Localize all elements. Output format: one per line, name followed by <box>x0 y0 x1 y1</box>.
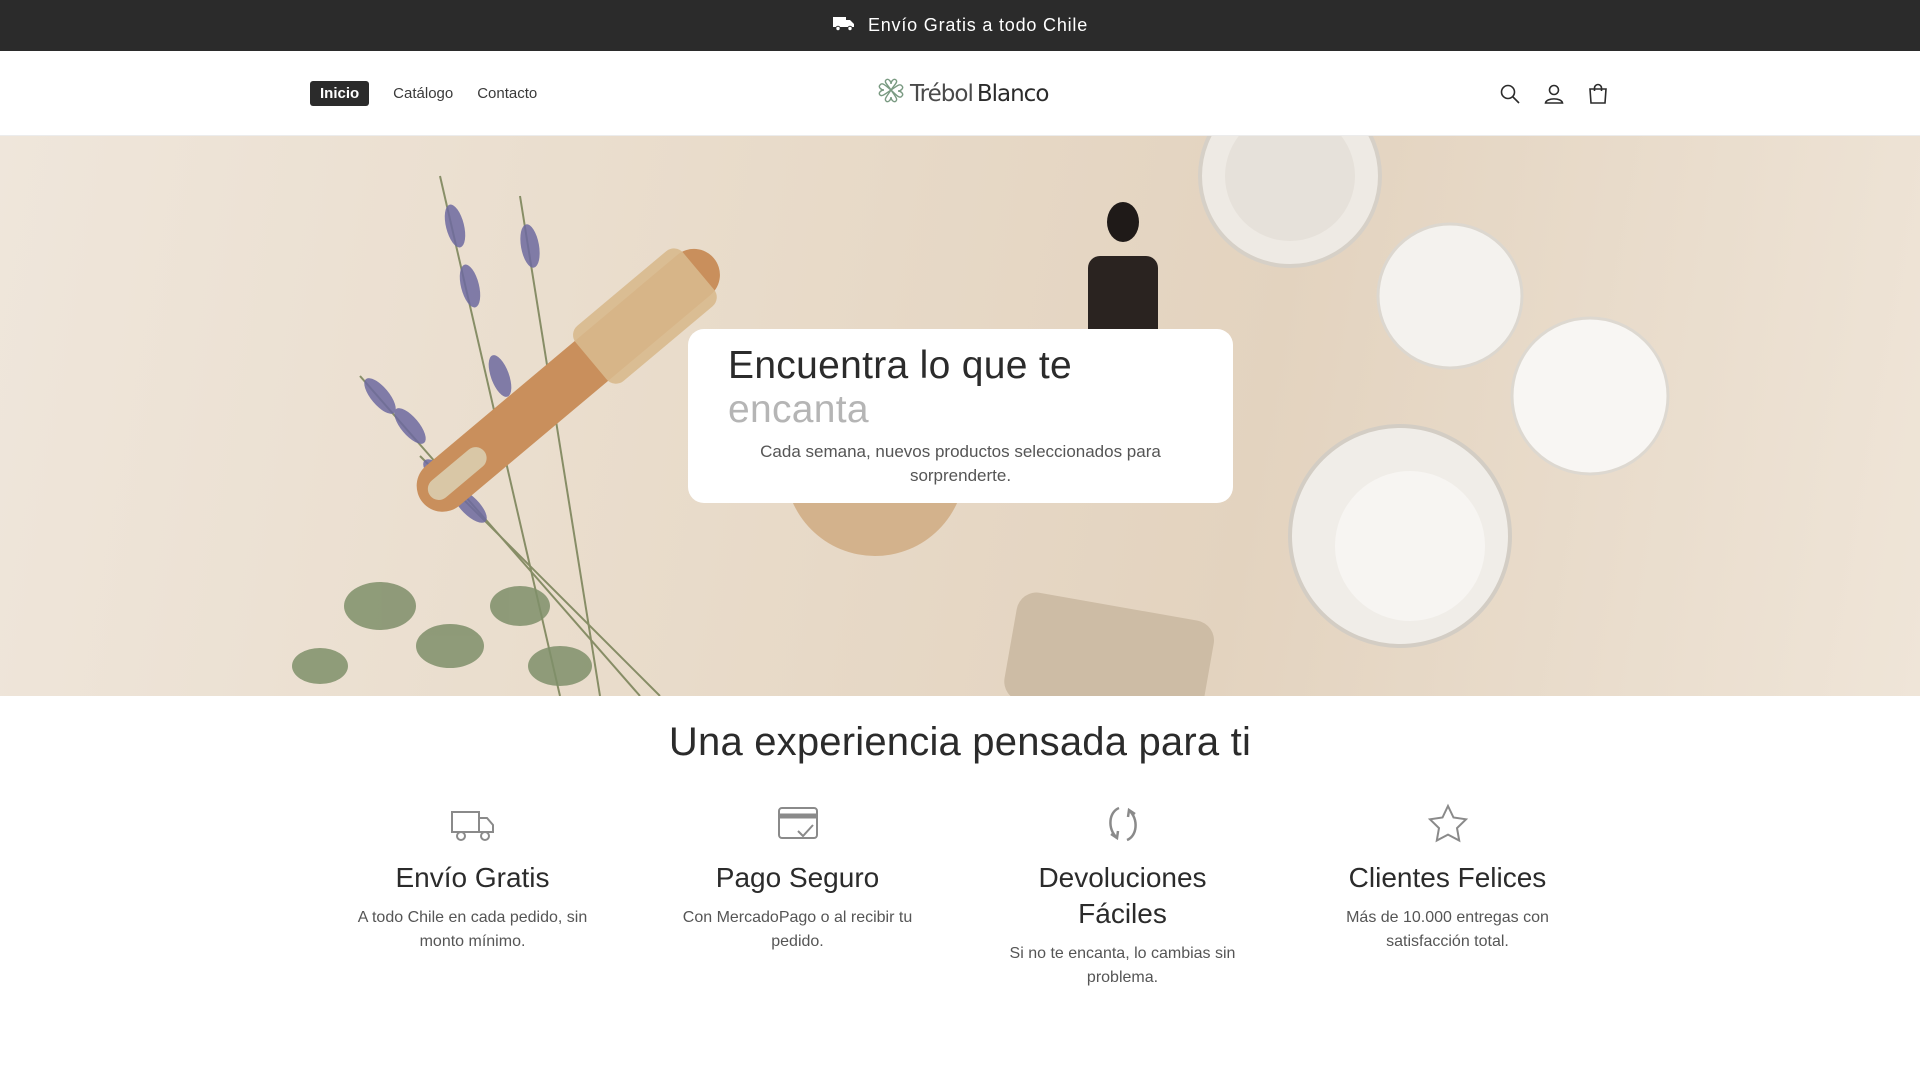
returns-icon <box>1099 800 1147 848</box>
feature-title: Pago Seguro <box>715 862 880 893</box>
star-icon <box>1424 800 1472 848</box>
feature-item: Devoluciones Fáciles Si no te encanta, l… <box>960 800 1285 990</box>
hero-title-accent: encanta <box>728 388 869 431</box>
feature-item: Pago Seguro Con MercadoPago o al recibir… <box>635 800 960 990</box>
main-nav: Inicio Catálogo Contacto <box>310 51 537 136</box>
hero-title-main: Encuentra lo que te <box>728 344 1072 387</box>
features-list: Envío Gratis A todo Chile en cada pedido… <box>310 800 1610 990</box>
feature-desc: A todo Chile en cada pedido, sin monto m… <box>357 909 588 950</box>
logo-text-part2: Blanco <box>976 80 1050 107</box>
truck-icon <box>449 800 497 848</box>
cart-icon[interactable] <box>1586 82 1610 106</box>
site-logo[interactable]: Trébol Blanco <box>876 51 1050 136</box>
clover-icon <box>876 76 906 111</box>
hero-title: Encuentra lo que te encanta <box>728 344 1193 432</box>
feature-title: Clientes Felices <box>1348 862 1547 893</box>
feature-desc: Si no te encanta, lo cambias sin problem… <box>1009 945 1236 986</box>
header-icons <box>1498 51 1610 136</box>
feature-item: Clientes Felices Más de 10.000 entregas … <box>1285 800 1610 990</box>
account-icon[interactable] <box>1542 82 1566 106</box>
feature-desc: Más de 10.000 entregas con satisfacción … <box>1346 909 1549 950</box>
announcement-bar: Envío Gratis a todo Chile <box>0 0 1920 51</box>
hero-card: Encuentra lo que te encanta Cada semana,… <box>688 329 1233 503</box>
feature-item: Envío Gratis A todo Chile en cada pedido… <box>310 800 635 990</box>
secure-card-icon <box>774 800 822 848</box>
nav-contacto[interactable]: Contacto <box>477 85 537 102</box>
logo-text-part1: Trébol <box>910 80 974 107</box>
hero-subtitle: Cada semana, nuevos productos selecciona… <box>760 442 1161 485</box>
search-icon[interactable] <box>1498 82 1522 106</box>
hero-banner: Encuentra lo que te encanta Cada semana,… <box>0 136 1920 696</box>
site-header: Inicio Catálogo Contacto Trébol Blanco <box>0 51 1920 136</box>
feature-title: Devoluciones Fáciles <box>1038 862 1207 929</box>
announcement-text: Envío Gratis a todo Chile <box>867 15 1089 35</box>
feature-title: Envío Gratis <box>395 862 550 893</box>
nav-inicio[interactable]: Inicio <box>310 81 370 106</box>
nav-catalogo[interactable]: Catálogo <box>393 85 453 102</box>
features-title: Una experiencia pensada para ti <box>668 720 1252 764</box>
truck-icon <box>832 11 856 40</box>
feature-desc: Con MercadoPago o al recibir tu pedido. <box>682 909 913 950</box>
